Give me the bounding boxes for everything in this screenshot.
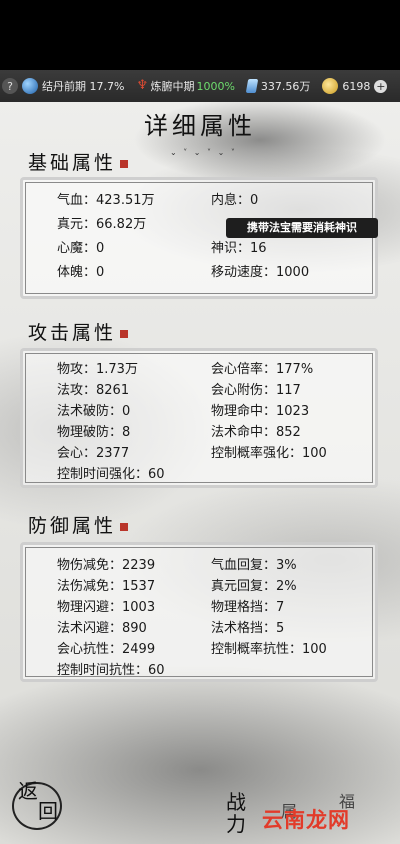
attr-cell: 法伤减免：1537: [57, 579, 156, 594]
attr-cell[interactable]: 神识：16: [211, 237, 365, 256]
attr-cell: 会心附伤：117: [211, 383, 301, 398]
attr-cell: 物伤减免：2239: [57, 558, 156, 573]
table-row: 法伤减免：1537 真元回复：2%: [57, 574, 365, 595]
attr-cell: 控制概率强化：100: [211, 446, 327, 461]
table-row: 控制时间抗性：60: [57, 658, 365, 679]
seal-icon: [120, 330, 129, 338]
table-row: 会心抗性：2499 控制概率抗性：100: [57, 637, 365, 658]
back-button[interactable]: 返 回: [12, 779, 64, 830]
attr-cell: 内息：0: [211, 192, 259, 208]
attack-attributes-panel: 物攻：1.73万 会心倍率：177% 法攻：8261 会心附伤：117 法术破防…: [20, 348, 378, 488]
attr-cell: 气血：423.51万: [57, 192, 155, 208]
attr-cell: 气血回复：3%: [211, 558, 297, 573]
basic-section-title-text: 基础属性: [28, 152, 117, 174]
realm-orb-icon: [22, 78, 38, 94]
back-label-top: 返: [18, 779, 38, 803]
spirit-stone-resource[interactable]: 337.56万: [245, 78, 311, 94]
attr-cell: 移动速度：1000: [211, 264, 310, 280]
attr-cell: 法术闪避：890: [57, 621, 147, 636]
seal-icon: [120, 160, 129, 168]
status-bar-area: [0, 0, 400, 70]
attr-cell: 控制概率抗性：100: [211, 642, 327, 657]
table-row: 物理闪避：1003 物理格挡：7: [57, 595, 365, 616]
body-label: 炼腑中期: [150, 80, 195, 93]
attr-cell: 物理格挡：7: [211, 600, 285, 615]
table-row: 会心：2377 控制概率强化：100: [57, 441, 365, 462]
attack-section-title: 攻击属性: [28, 318, 129, 345]
trident-icon: ♆: [136, 78, 149, 93]
resource-bar: ? 结丹前期 17.7% ♆ 炼腑中期 1000% 337.56万 6198 +: [0, 70, 400, 102]
defense-attributes-grid: 物伤减免：2239 气血回复：3% 法伤减免：1537 真元回复：2% 物理闪避…: [57, 553, 365, 679]
birds-decoration: ⌄ ˅ ⌄ ˅ ⌄ ˅: [170, 148, 237, 157]
coin-count: 6198: [342, 79, 371, 93]
body-percent: 1000%: [196, 79, 235, 93]
defense-section-title: 防御属性: [28, 511, 129, 538]
attr-cell: 心魔：0: [57, 240, 105, 256]
defense-section-title-text: 防御属性: [28, 515, 117, 537]
attr-cell: 物攻：1.73万: [57, 362, 138, 377]
attr-cell: 真元：66.82万: [57, 216, 147, 232]
back-label-bottom: 回: [38, 799, 58, 823]
attr-cell: 会心倍率：177%: [211, 362, 314, 377]
spirit-stone-count: 337.56万: [260, 80, 311, 93]
watermark-logo: 云南龙网: [262, 808, 350, 832]
attr-cell: 会心：2377: [57, 446, 130, 461]
attr-cell: 控制时间强化：60: [57, 467, 165, 482]
coin-resource[interactable]: 6198 +: [322, 78, 388, 94]
attr-cell: 体魄：0: [57, 264, 105, 280]
attr-cell: 法术破防：0: [57, 404, 131, 419]
attr-cell: 物理闪避：1003: [57, 600, 156, 615]
table-row: 控制时间强化：60: [57, 462, 365, 483]
table-row: 体魄：0 移动速度：1000: [57, 258, 365, 282]
attr-cell: 会心抗性：2499: [57, 642, 156, 657]
add-coin-button[interactable]: +: [374, 79, 388, 93]
basic-section-title: 基础属性: [28, 148, 129, 175]
battle-power-label-bottom[interactable]: 力: [226, 808, 246, 837]
basic-attributes-panel: 气血：423.51万 内息：0 真元：66.82万 心魔：0 神识：16 体魄：…: [20, 177, 378, 299]
table-row: 物理破防：8 法术命中：852: [57, 420, 365, 441]
attr-cell: 法术格挡：5: [211, 621, 285, 636]
defense-attributes-panel: 物伤减免：2239 气血回复：3% 法伤减免：1537 真元回复：2% 物理闪避…: [20, 542, 378, 682]
realm-label: 结丹前期: [42, 80, 86, 93]
attr-cell: 法攻：8261: [57, 383, 130, 398]
tooltip: 携带法宝需要消耗神识: [226, 218, 378, 238]
table-row: 物攻：1.73万 会心倍率：177%: [57, 357, 365, 378]
realm-percent: 17.7%: [89, 79, 125, 93]
table-row: 物伤减免：2239 气血回复：3%: [57, 553, 365, 574]
body-resource[interactable]: ♆ 炼腑中期 1000%: [136, 78, 234, 94]
realm-resource[interactable]: 结丹前期 17.7%: [22, 78, 124, 94]
spirit-stone-icon: [245, 79, 259, 93]
coin-icon: [322, 78, 339, 94]
page-title: 详细属性: [144, 112, 256, 140]
table-row: 法攻：8261 会心附伤：117: [57, 378, 365, 399]
table-row: 法术破防：0 物理命中：1023: [57, 399, 365, 420]
attack-attributes-grid: 物攻：1.73万 会心倍率：177% 法攻：8261 会心附伤：117 法术破防…: [57, 357, 365, 483]
seal-icon: [120, 523, 129, 531]
attr-cell: 控制时间抗性：60: [57, 663, 165, 678]
help-icon[interactable]: ?: [2, 78, 18, 94]
table-row: 气血：423.51万 内息：0: [57, 186, 365, 210]
attr-cell: 物理破防：8: [57, 425, 131, 440]
attr-cell: 物理命中：1023: [211, 404, 310, 419]
attr-cell: 真元回复：2%: [211, 579, 297, 594]
table-row: 法术闪避：890 法术格挡：5: [57, 616, 365, 637]
attack-section-title-text: 攻击属性: [28, 322, 117, 344]
attr-cell: 法术命中：852: [211, 425, 301, 440]
